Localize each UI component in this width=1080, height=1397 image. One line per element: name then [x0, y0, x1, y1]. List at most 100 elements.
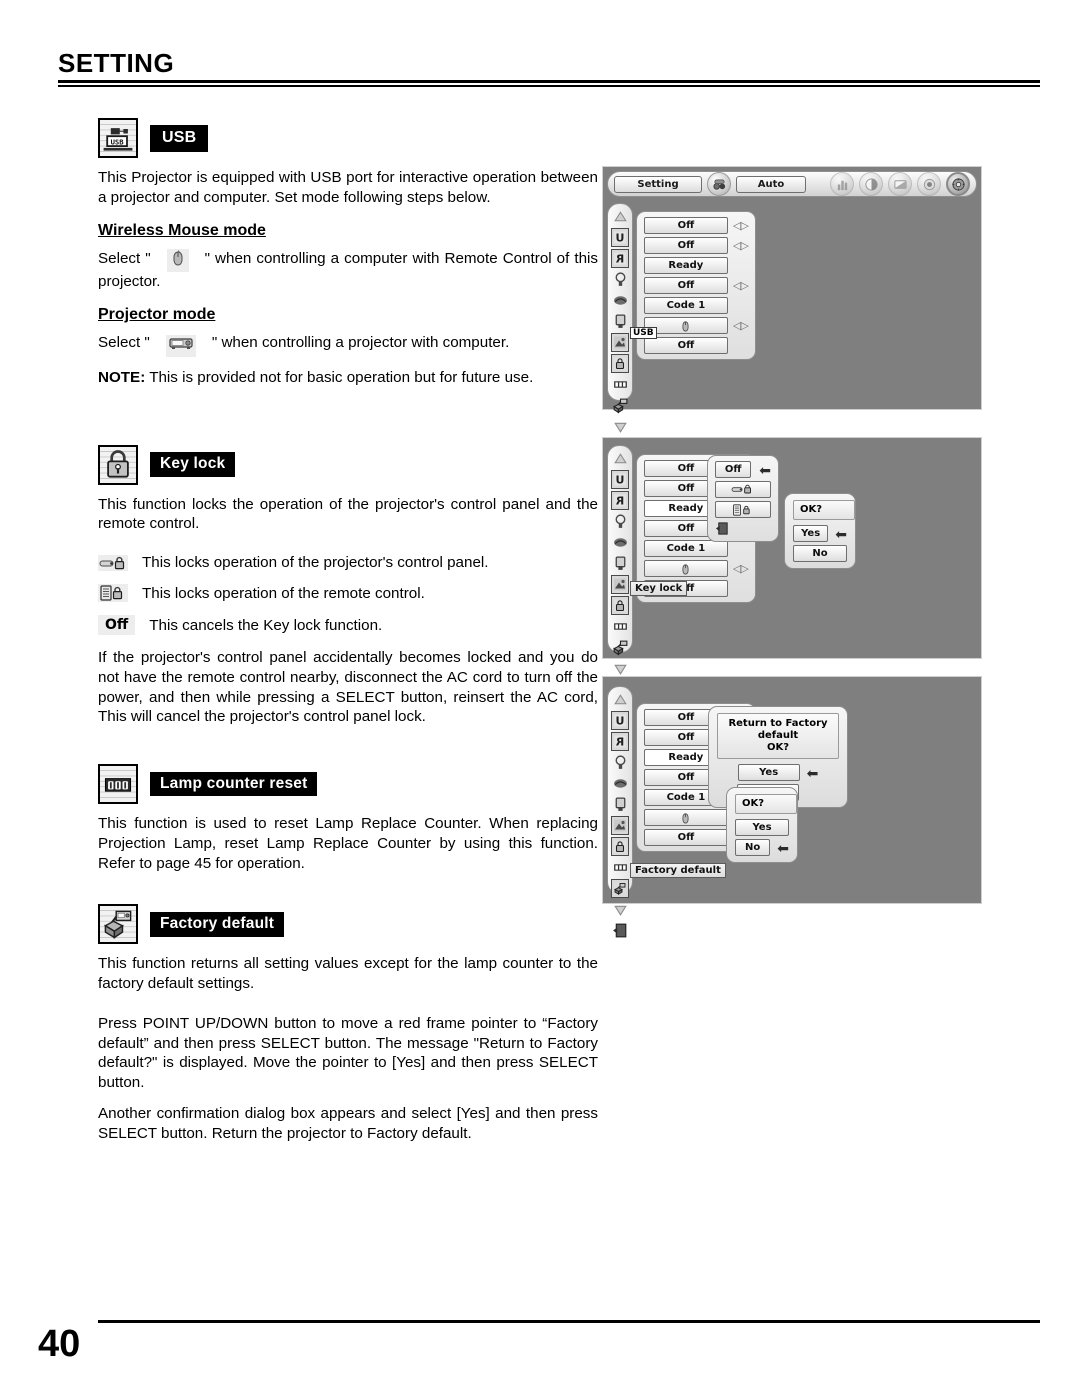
osd-row[interactable]: Off ◁▷ — [644, 337, 748, 354]
scroll-down-icon[interactable] — [611, 900, 630, 919]
display-icon[interactable] — [611, 554, 630, 573]
scroll-up-icon[interactable] — [611, 207, 630, 226]
remote-lock-icon[interactable] — [715, 501, 771, 518]
adjust-arrows-icon[interactable]: ◁▷ — [733, 220, 749, 231]
osd-row-value[interactable]: Code 1 — [644, 297, 728, 314]
lamp-icon[interactable] — [611, 512, 630, 531]
blue-back-icon[interactable] — [611, 291, 630, 310]
lamp-icon[interactable] — [611, 270, 630, 289]
dialog-message: Return to Factory default OK? — [717, 713, 839, 759]
content-column: USB USB This Projector is equipped with … — [98, 118, 598, 1154]
osd-row[interactable]: Code 1 ◁▷ — [644, 540, 748, 557]
sound-icon[interactable] — [917, 172, 941, 196]
adjust-arrows-icon[interactable]: ◁▷ — [733, 280, 749, 291]
keylock-icon[interactable] — [611, 354, 629, 373]
language-icon[interactable]: U — [611, 228, 629, 247]
lamp-counter-icon[interactable] — [611, 858, 630, 877]
keylock-submenu-row-panel[interactable] — [715, 481, 771, 498]
dialog-row-no[interactable]: No — [793, 545, 847, 562]
scroll-down-icon[interactable] — [611, 417, 630, 436]
osd-row-value[interactable]: Off — [644, 829, 728, 846]
keylock-submenu-row-remote[interactable] — [715, 501, 771, 518]
dialog-row-yes[interactable]: Yes ⬅ — [717, 764, 839, 781]
screen-icon[interactable] — [888, 172, 912, 196]
lamp-icon[interactable] — [611, 753, 630, 772]
blue-back-icon[interactable] — [611, 774, 630, 793]
adjust-arrows-icon[interactable]: ◁▷ — [733, 563, 749, 574]
dialog-row-no[interactable]: No ⬅ — [735, 839, 789, 856]
dialog-row-yes[interactable]: Yes — [735, 819, 789, 836]
footer-rule — [98, 1320, 1040, 1323]
osd-row[interactable]: Code 1 ◁▷ — [644, 297, 748, 314]
osd-row[interactable]: Off ◁▷ — [644, 217, 749, 234]
dialog-yes-button[interactable]: Yes — [793, 525, 829, 542]
usb-intro-text: This Projector is equipped with USB port… — [98, 169, 598, 206]
logo-icon[interactable] — [611, 333, 629, 352]
display-icon[interactable] — [611, 795, 630, 814]
language-icon[interactable]: U — [611, 711, 629, 730]
language-icon[interactable]: U — [611, 470, 629, 489]
logo-icon[interactable] — [611, 575, 629, 594]
osd-row[interactable]: Ready ◁▷ — [644, 257, 748, 274]
osd-row-value[interactable]: Off — [644, 237, 728, 254]
scroll-up-icon[interactable] — [611, 449, 630, 468]
osd-menubar: Setting Auto — [607, 171, 977, 197]
keylock-option-off[interactable]: Off — [715, 461, 752, 478]
pointer-arrow-icon: ⬅ — [777, 839, 789, 856]
setting-gear-icon[interactable] — [707, 172, 731, 196]
pointer-arrow-icon: ⬅ — [835, 525, 847, 542]
factory-default-icon[interactable] — [611, 396, 630, 415]
projector-mode-heading: Projector mode — [98, 306, 216, 323]
factory-default-icon[interactable] — [611, 879, 629, 898]
section-header-keylock: Key lock — [98, 444, 598, 485]
quit-icon[interactable] — [715, 521, 731, 536]
panel-lock-icon[interactable] — [715, 481, 771, 498]
factory-default-tag-label: Factory default — [150, 912, 285, 937]
image-adjust-icon[interactable] — [859, 172, 883, 196]
lamp-counter-icon[interactable] — [611, 375, 630, 394]
osd-row-value[interactable]: Code 1 — [644, 540, 728, 557]
ceiling-icon[interactable]: R — [611, 732, 629, 751]
quit-icon[interactable] — [611, 921, 630, 940]
osd-row-mouse-icon[interactable] — [644, 809, 728, 826]
osd-row-mouse-icon[interactable] — [644, 560, 728, 577]
svg-text:R: R — [615, 736, 624, 749]
adjust-arrows-icon[interactable]: ◁▷ — [733, 240, 749, 251]
osd-row-value[interactable]: Ready — [644, 257, 728, 274]
projector-mode-select-line: Select " " when controlling a projector w… — [98, 333, 598, 357]
dialog-yes-button[interactable]: Yes — [737, 764, 800, 781]
dialog-no-button[interactable]: No — [793, 545, 847, 562]
osd-row[interactable]: ◁▷ — [644, 317, 749, 334]
keylock-submenu-row-off[interactable]: Off ⬅ — [715, 461, 771, 478]
keylock-submenu-quit[interactable] — [715, 521, 771, 536]
keylock-intro-text: This function locks the operation of the… — [98, 495, 598, 533]
setting-active-icon[interactable] — [946, 172, 970, 196]
ceiling-icon[interactable]: R — [611, 249, 629, 268]
osd-row[interactable]: Off ◁▷ — [644, 237, 749, 254]
dialog-yes-button[interactable]: Yes — [735, 819, 789, 836]
image-level-icon[interactable] — [830, 172, 854, 196]
keylock-icon[interactable] — [611, 837, 629, 856]
lamp-counter-icon[interactable] — [611, 617, 630, 636]
osd-keylock-confirm-dialog: OK? Yes ⬅ No — [784, 493, 856, 569]
factory-default-icon[interactable] — [611, 638, 630, 657]
ceiling-icon[interactable]: R — [611, 491, 629, 510]
osd-row-value[interactable]: Off — [644, 337, 728, 354]
dialog-row-yes[interactable]: Yes ⬅ — [793, 525, 847, 542]
osd-screenshot-factory-default: U R Off◁▷ Off◁▷ Ready◁▷ Off◁▷ Code 1◁▷ ◁… — [602, 676, 982, 938]
osd-row[interactable]: Off ◁▷ — [644, 277, 749, 294]
panel-lock-icon — [98, 554, 128, 571]
osd-row[interactable]: ◁▷ — [644, 560, 749, 577]
menubar-tab-auto[interactable]: Auto — [736, 175, 806, 193]
adjust-arrows-icon[interactable]: ◁▷ — [733, 320, 749, 331]
display-icon[interactable] — [611, 312, 630, 331]
logo-icon[interactable] — [611, 816, 629, 835]
blue-back-icon[interactable] — [611, 533, 630, 552]
scroll-up-icon[interactable] — [611, 690, 630, 709]
osd-row-value[interactable]: Off — [644, 217, 728, 234]
osd-row-value[interactable]: Off — [644, 277, 728, 294]
dialog-no-button[interactable]: No — [735, 839, 771, 856]
keylock-icon[interactable] — [611, 596, 629, 615]
keylock-tag-label: Key lock — [150, 452, 236, 477]
menubar-tab-setting[interactable]: Setting — [614, 175, 702, 193]
